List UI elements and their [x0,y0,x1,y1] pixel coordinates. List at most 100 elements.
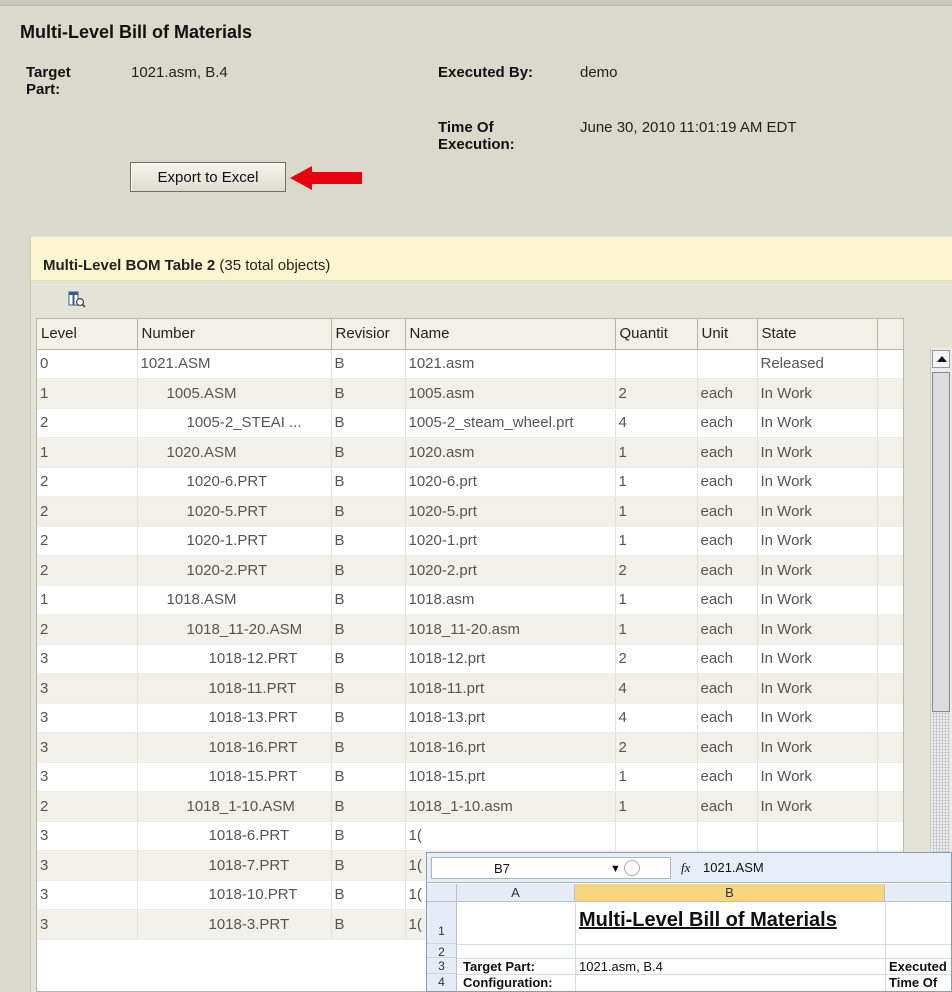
table-row[interactable]: 2 1020-2.PRT B 1020-2.prt 2 each In Work [37,555,903,586]
cell-number: 1018-12.PRT [137,644,332,674]
excel-name-box[interactable]: B7 ▼ [431,857,671,879]
time-of-execution-value: June 30, 2010 11:01:19 AM EDT [580,119,797,136]
excel-name-box-value: B7 [494,861,510,876]
excel-column-c[interactable] [885,884,951,902]
cell-level: 2 [37,791,138,822]
cell-number: 1020.ASM [137,437,332,468]
cell-name: 1005.asm [405,378,616,409]
excel-row-1[interactable]: 1 [427,902,457,944]
cell-filler [877,644,903,674]
cell-number: 1020-6.PRT [137,467,332,497]
cell-filler [877,732,903,763]
cell-filler [877,762,903,792]
cell-revision: B [331,496,406,527]
excel-select-all[interactable] [427,884,457,902]
column-chooser-icon[interactable] [68,290,86,308]
excel-cell-b3[interactable]: 1021.asm, B.4 [579,959,663,974]
cell-revision: B [331,762,406,792]
cell-unit: each [697,378,758,409]
name-box-dropdown-icon[interactable]: ▼ [610,863,621,875]
cell-filler [877,437,903,468]
top-divider [0,0,952,6]
column-header-number[interactable]: Number [137,319,332,350]
table-row[interactable]: 1 1020.ASM B 1020.asm 1 each In Work [37,437,903,468]
formula-cancel-icon[interactable] [624,860,640,876]
cell-state: In Work [757,644,878,674]
excel-preview-window: B7 ▼ fx 1021.ASM A B 1 2 3 4 Multi-Level… [426,852,952,992]
cell-name: 1020-6.prt [405,467,616,497]
cell-quantity: 1 [615,791,698,822]
scroll-up-arrow-icon[interactable] [932,350,950,368]
excel-cell-a3[interactable]: Target Part: [463,959,535,974]
table-row[interactable]: 3 1018-15.PRT B 1018-15.prt 1 each In Work [37,762,903,792]
excel-cell-c3[interactable]: Executed [889,959,947,974]
cell-revision: B [331,703,406,733]
excel-gridline [457,944,951,945]
table-row[interactable]: 2 1020-6.PRT B 1020-6.prt 1 each In Work [37,467,903,497]
cell-filler [877,526,903,556]
scrollbar-thumb[interactable] [932,372,950,712]
cell-quantity: 4 [615,673,698,704]
excel-formula-value[interactable]: 1021.ASM [703,860,764,875]
cell-number: 1018-11.PRT [137,673,332,704]
cell-revision: B [331,408,406,438]
cell-revision: B [331,437,406,468]
column-header-level[interactable]: Level [37,319,138,350]
cell-quantity [615,821,698,851]
cell-filler [877,555,903,586]
excel-gridline [885,902,886,991]
cell-quantity [615,349,698,379]
export-to-excel-button[interactable]: Export to Excel [130,162,286,192]
cell-filler [877,585,903,615]
excel-row-4[interactable]: 4 [427,974,457,991]
fx-icon[interactable]: fx [681,860,690,876]
table-row[interactable]: 1 1005.ASM B 1005.asm 2 each In Work [37,378,903,409]
cell-number: 1018-7.PRT [137,850,332,881]
cell-level: 3 [37,732,138,763]
column-header-unit[interactable]: Unit [697,319,758,350]
executed-by-label: Executed By: [438,64,534,81]
target-part-label: Target Part: [26,64,71,98]
cell-state: In Work [757,437,878,468]
excel-cell-a4[interactable]: Configuration: [463,975,553,990]
column-header-state[interactable]: State [757,319,878,350]
cell-revision: B [331,585,406,615]
table-row[interactable]: 1 1018.ASM B 1018.asm 1 each In Work [37,585,903,615]
table-row[interactable]: 3 1018-12.PRT B 1018-12.prt 2 each In Work [37,644,903,674]
cell-revision: B [331,909,406,940]
cell-state: In Work [757,791,878,822]
table-row[interactable]: 3 1018-16.PRT B 1018-16.prt 2 each In Work [37,732,903,763]
cell-filler [877,408,903,438]
cell-state: In Work [757,673,878,704]
cell-revision: B [331,644,406,674]
cell-unit: each [697,732,758,763]
table-row[interactable]: 2 1018_11-20.ASM B 1018_11-20.asm 1 each In Wo… [37,614,903,645]
table-row[interactable]: 3 1018-11.PRT B 1018-11.prt 4 each In Work [37,673,903,704]
table-row[interactable]: 2 1005-2_STEAI ... B 1005-2_steam_wheel.prt… [37,408,903,438]
excel-column-a[interactable]: A [457,884,575,902]
table-row[interactable]: 2 1020-1.PRT B 1020-1.prt 1 each In Work [37,526,903,556]
column-header-quantity[interactable]: Quantit [615,319,698,350]
excel-row-2[interactable]: 2 [427,944,457,959]
column-header-revision[interactable]: Revisior [331,319,406,350]
column-header-filler [877,319,903,350]
cell-number: 1020-2.PRT [137,555,332,586]
table-row[interactable]: 3 1018-13.PRT B 1018-13.prt 4 each In Work [37,703,903,733]
column-header-name[interactable]: Name [405,319,616,350]
cell-revision: B [331,555,406,586]
excel-row-3[interactable]: 3 [427,958,457,974]
target-part-value: 1021.asm, B.4 [131,64,228,81]
cell-name: 1018-13.prt [405,703,616,733]
cell-name: 1018_1-10.asm [405,791,616,822]
cell-state: In Work [757,526,878,556]
excel-cell-c4[interactable]: Time Of [889,975,937,990]
table-row[interactable]: 2 1020-5.PRT B 1020-5.prt 1 each In Work [37,496,903,527]
cell-filler [877,791,903,822]
bom-table-title: Multi-Level BOM Table 2 (35 total object… [43,257,330,274]
table-row[interactable]: 3 1018-6.PRT B 1( [37,821,903,851]
excel-report-title[interactable]: Multi-Level Bill of Materials [579,909,837,932]
excel-gridline [575,902,576,991]
table-row[interactable]: 2 1018_1-10.ASM B 1018_1-10.asm 1 each In Work [37,791,903,822]
excel-column-b[interactable]: B [575,884,885,902]
table-row[interactable]: 0 1021.ASM B 1021.asm Released [37,349,903,379]
